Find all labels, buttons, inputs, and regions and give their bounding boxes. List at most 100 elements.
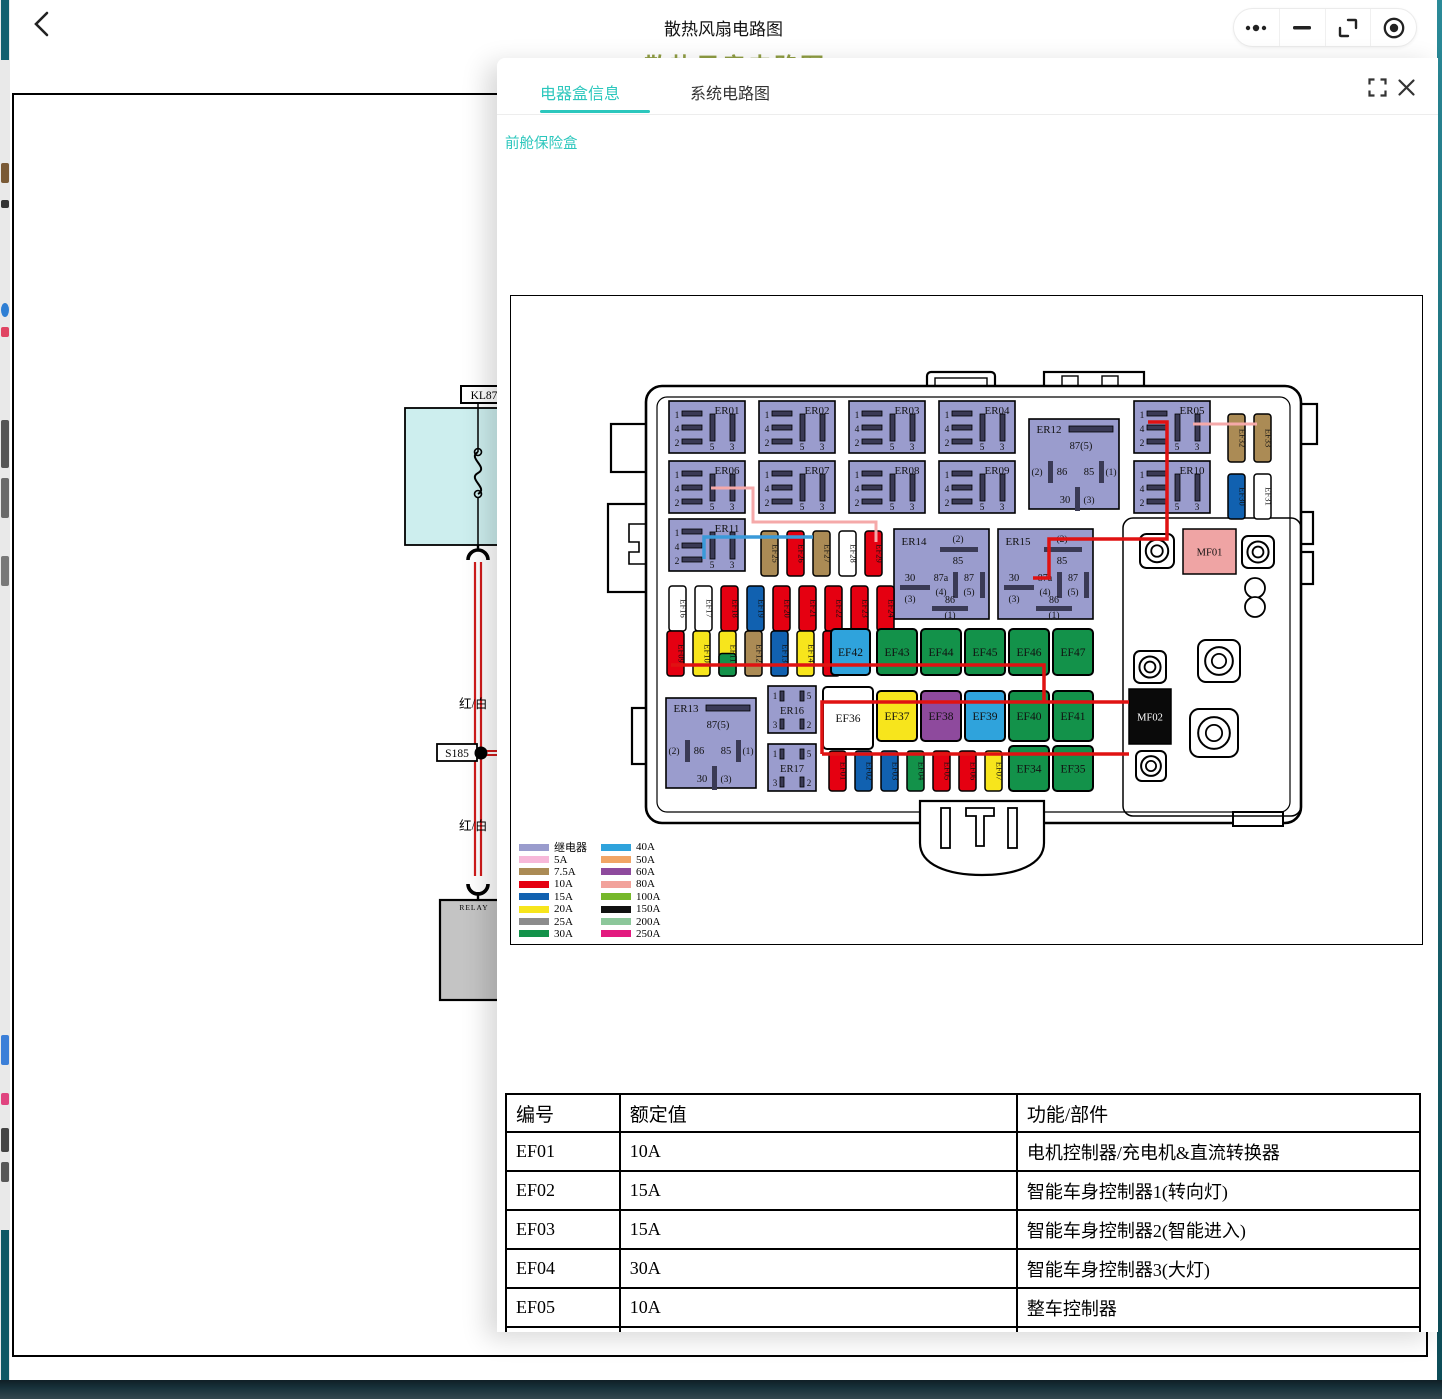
page-title: 散热风扇电路图 (664, 15, 783, 40)
bolt-nut (1134, 651, 1166, 683)
fuse-EF32[interactable]: EF32 (1228, 414, 1248, 462)
fuse-EF01[interactable]: EF01 (829, 751, 849, 791)
fuse-EF27[interactable]: EF27 (813, 531, 833, 576)
svg-text:86: 86 (1049, 595, 1059, 606)
record-icon[interactable] (1370, 9, 1416, 46)
fuse-EF05[interactable]: EF05 (933, 751, 953, 791)
table-cell: 智能车身控制器3(大灯) (1017, 1249, 1420, 1288)
fuse-EF12[interactable]: EF12 (745, 631, 765, 676)
fuse-EF43[interactable]: EF43 (877, 629, 917, 675)
fuse-EF37[interactable]: EF37 (877, 691, 917, 741)
fuse-EF20[interactable]: EF20 (773, 586, 793, 631)
relay-ER12[interactable]: ER1287(5)(2)8685(1)30(3) (1029, 419, 1119, 511)
close-icon[interactable] (1397, 78, 1416, 97)
legend-swatch (519, 893, 549, 900)
table-row-partial (506, 1327, 1420, 1332)
fuse-EF44[interactable]: EF44 (921, 629, 961, 675)
relay-ER11[interactable]: ER1114253 (669, 519, 745, 571)
fuse-EF17[interactable]: EF17 (695, 586, 715, 631)
fuse-EF22[interactable]: EF22 (825, 586, 845, 631)
svg-text:(1): (1) (1105, 467, 1116, 478)
fuse-EF41[interactable]: EF41 (1053, 691, 1093, 741)
fuse-EF30[interactable]: EF30 (1228, 474, 1248, 519)
relay-ER15[interactable]: ER15(2)8530(3)87a(4)87(5)86(1) (998, 529, 1093, 621)
svg-text:EF31: EF31 (1264, 487, 1274, 505)
fuse-EF31[interactable]: EF31 (1254, 474, 1274, 519)
tab-fusebox-info[interactable]: 电器盒信息 (540, 80, 620, 104)
relay-ER04[interactable]: ER0414253 (939, 401, 1015, 453)
relay-ER01[interactable]: ER0114253 (669, 401, 745, 453)
fuse-EF10[interactable]: EF10 (693, 631, 713, 676)
relay-ER08[interactable]: ER0814253 (849, 461, 925, 513)
fuse-EF11[interactable]: EF11 (719, 631, 739, 676)
fuse-EF23[interactable]: EF23 (851, 586, 871, 631)
relay-ER07[interactable]: ER0714253 (759, 461, 835, 513)
fuse-EF24[interactable]: EF24 (877, 586, 897, 631)
relay-ER05[interactable]: ER0514253 (1134, 401, 1210, 453)
tab-system-circuit[interactable]: 系统电路图 (690, 80, 770, 104)
fuse-EF07[interactable]: EF07 (985, 751, 1005, 791)
svg-text:EF06: EF06 (969, 762, 979, 780)
fuse-EF02[interactable]: EF02 (855, 751, 875, 791)
legend-label: 10A (554, 878, 573, 890)
fuse-EF42[interactable]: EF42 (831, 629, 870, 675)
fuse-EF47[interactable]: EF47 (1053, 629, 1093, 675)
svg-text:3: 3 (730, 503, 735, 513)
relay-ER03[interactable]: ER0314253 (849, 401, 925, 453)
fuse-EF18[interactable]: EF18 (721, 586, 741, 631)
relay-ER13[interactable]: ER1387(5)(2)8685(1)30(3) (666, 698, 756, 790)
relay-ER17[interactable]: 1532ER17 (768, 744, 816, 791)
fullscreen-icon[interactable] (1368, 78, 1387, 97)
relay-ER10[interactable]: ER1014253 (1134, 461, 1210, 513)
back-button[interactable] (26, 8, 56, 40)
table-cell: 10A (620, 1132, 1017, 1171)
svg-text:EF42: EF42 (838, 647, 863, 659)
svg-text:5: 5 (1175, 443, 1180, 453)
front-fusebox-link[interactable]: 前舱保险盒 (505, 132, 578, 153)
legend-item: 7.5A (519, 866, 587, 878)
fuse-EF04[interactable]: EF04 (907, 751, 927, 791)
fuse-EF16[interactable]: EF16 (669, 586, 689, 631)
svg-text:3: 3 (910, 503, 915, 513)
fuse-EF03[interactable]: EF03 (881, 751, 901, 791)
svg-text:EF12: EF12 (755, 644, 765, 662)
fuse-EF33[interactable]: EF33 (1254, 414, 1274, 462)
minimize-icon[interactable] (1279, 9, 1325, 46)
table-cell: EF02 (506, 1171, 620, 1210)
legend-label: 250A (636, 928, 660, 940)
svg-text:EF11: EF11 (729, 644, 739, 662)
fuse-EF13[interactable]: EF13 (771, 631, 791, 676)
legend-item: 250A (601, 928, 660, 940)
svg-text:4: 4 (765, 425, 770, 435)
fuse-EF14[interactable]: EF14 (797, 631, 817, 676)
relay-ER16[interactable]: 1532ER16 (768, 686, 816, 733)
mega-fuse-MF01[interactable]: MF01 (1183, 529, 1236, 574)
svg-text:EF26: EF26 (797, 544, 807, 562)
fuse-EF21[interactable]: EF21 (799, 586, 819, 631)
fuse-EF38[interactable]: EF38 (921, 691, 961, 741)
fuse-EF39[interactable]: EF39 (965, 691, 1005, 741)
more-icon[interactable] (1234, 9, 1279, 46)
legend-label: 100A (636, 891, 660, 903)
fuse-EF28[interactable]: EF28 (839, 531, 859, 576)
svg-text:3: 3 (1000, 443, 1005, 453)
svg-text:30: 30 (1060, 495, 1071, 506)
table-header-fn: 功能/部件 (1017, 1094, 1420, 1132)
table-cell: 10A (620, 1288, 1017, 1327)
mega-fuse-MF02[interactable]: MF02 (1129, 689, 1171, 744)
fuse-EF09[interactable]: EF09 (667, 631, 687, 676)
relay-ER14[interactable]: ER14(2)8530(3)87a(4)87(5)86(1) (894, 529, 989, 621)
relay-ER09[interactable]: ER0914253 (939, 461, 1015, 513)
table-cell: 15A (620, 1210, 1017, 1249)
svg-text:2: 2 (945, 499, 950, 509)
legend-swatch (519, 868, 549, 875)
fuse-EF36[interactable]: EF36 (823, 687, 873, 749)
fuse-EF06[interactable]: EF06 (959, 751, 979, 791)
fuse-EF19[interactable]: EF19 (747, 586, 767, 631)
svg-text:3: 3 (730, 443, 735, 453)
fuse-EF45[interactable]: EF45 (965, 629, 1005, 675)
relay-ER02[interactable]: ER0214253 (759, 401, 835, 453)
svg-text:EF04: EF04 (917, 762, 927, 781)
expand-icon[interactable] (1325, 9, 1371, 46)
svg-text:EF20: EF20 (783, 599, 793, 617)
